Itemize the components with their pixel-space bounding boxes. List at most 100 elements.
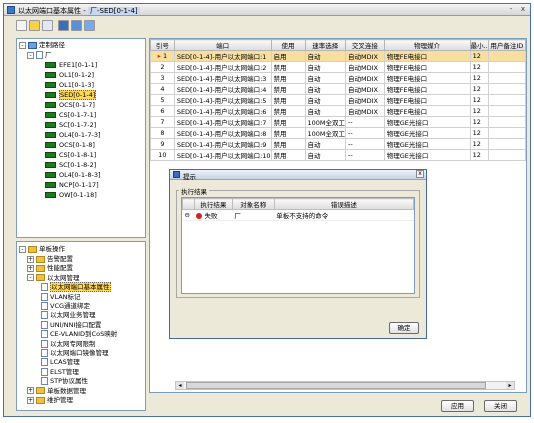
table-cell[interactable]: 禁用 — [270, 83, 306, 95]
tree-function-root[interactable]: - 单板操作 — [19, 245, 65, 254]
tree-function-item[interactable]: CE-VLANID到CoS映射 — [41, 330, 117, 339]
table-cell[interactable]: -- — [345, 138, 385, 150]
table-cell[interactable]: 自动 — [304, 72, 347, 84]
table-cell[interactable]: SED[0-1-4]-用户以太网端口:6 — [173, 105, 272, 117]
row-expander[interactable]: ⊖ — [182, 209, 195, 221]
column-header[interactable]: 端口 — [173, 39, 272, 51]
result-row[interactable]: ⊖ 失败 厂 单板不支持的命令 — [182, 209, 414, 221]
table-cell[interactable]: 自动 — [304, 94, 347, 106]
result-header-object[interactable]: 对象名称 — [231, 198, 275, 210]
tree-function-item[interactable]: VCG通道绑定 — [41, 302, 90, 311]
table-row[interactable]: 2 SED[0-1-4]-用户以太网端口:2 禁用 自动 自动MDIX 物理FE电接口 12 — [150, 61, 526, 73]
table-cell[interactable] — [487, 105, 526, 117]
table-cell[interactable]: 2 — [150, 61, 175, 73]
table-cell[interactable]: 自动 — [304, 105, 347, 117]
column-header[interactable]: 物理媒介 — [383, 39, 471, 51]
table-cell[interactable] — [487, 149, 526, 161]
table-cell[interactable] — [487, 50, 526, 62]
table-cell[interactable]: SED[0-1-4]-用户以太网端口:2 — [173, 61, 272, 73]
tree-function-folder[interactable]: + 告警配置 — [27, 255, 73, 264]
table-cell[interactable] — [487, 138, 526, 150]
column-header[interactable]: 交叉连接 — [345, 39, 385, 51]
table-cell[interactable]: 12 — [469, 72, 489, 84]
tree-function-item[interactable]: LCAS管理 — [41, 358, 80, 367]
tree-function-item[interactable]: 以太网专网限制 — [41, 339, 96, 349]
table-cell[interactable]: 禁用 — [270, 72, 306, 84]
table-row[interactable]: ▸ 1 SED[0-1-4]-用户以太网端口:1 启用 自动 自动MDIX 物理FE电接口… — [150, 50, 526, 62]
column-header[interactable]: 速率选择 — [304, 39, 347, 51]
column-header[interactable]: 用户备注ID — [487, 39, 526, 51]
table-cell[interactable] — [487, 127, 526, 139]
table-cell[interactable]: 100M全双工 — [304, 116, 347, 128]
tree-function-item[interactable]: 以太网端口镜像管理 — [41, 349, 109, 358]
tree-board-item[interactable]: OL1[0-1-2] — [45, 71, 94, 80]
save-icon[interactable] — [42, 20, 53, 31]
table-cell[interactable]: 自动 — [304, 149, 347, 161]
table-row[interactable]: 10 SED[0-1-4]-用户以太网端口:10 禁用 自动 -- 物理GE光接口 12 — [150, 149, 526, 161]
table-cell[interactable] — [487, 94, 526, 106]
table-cell[interactable] — [487, 83, 526, 95]
close-window-button[interactable]: 关闭 — [484, 400, 517, 412]
table-cell[interactable]: 物理FE电接口 — [383, 50, 471, 62]
table-row[interactable]: 9 SED[0-1-4]-用户以太网端口:9 禁用 自动 -- 物理GE光接口 12 — [150, 138, 526, 150]
table-cell[interactable]: 12 — [469, 50, 489, 62]
table-cell[interactable]: 物理FE电接口 — [383, 94, 471, 106]
table-cell[interactable]: 自动MDIX — [345, 61, 385, 73]
tree-board-item[interactable]: OCS[0-1-7] — [45, 101, 95, 110]
tree-function-folder[interactable]: + 维护管理 — [27, 396, 73, 405]
table-cell[interactable]: SED[0-1-4]-用户以太网端口:7 — [173, 116, 272, 128]
table-cell[interactable]: ▸ 1 — [150, 50, 175, 62]
dialog-close-button[interactable]: x — [416, 170, 424, 178]
table-cell[interactable]: 10 — [150, 149, 175, 161]
new-icon[interactable] — [16, 20, 27, 31]
table-cell[interactable]: SED[0-1-4]-用户以太网端口:8 — [173, 127, 272, 139]
tree-function-folder[interactable]: + 单板数据管理 — [27, 387, 86, 396]
table-cell[interactable]: 自动 — [304, 50, 347, 62]
table-cell[interactable] — [487, 61, 526, 73]
table-cell[interactable]: SED[0-1-4]-用户以太网端口:1 — [173, 50, 272, 62]
table-cell[interactable]: SED[0-1-4]-用户以太网端口:3 — [173, 72, 272, 84]
table-cell[interactable]: 物理GE光接口 — [383, 127, 471, 139]
tree-function-item[interactable]: VLAN标记 — [41, 292, 81, 302]
table-cell[interactable] — [487, 72, 526, 84]
table-cell[interactable]: 12 — [469, 83, 489, 95]
table-cell[interactable]: 物理FE电接口 — [383, 72, 471, 84]
tree-root[interactable]: - 定制路径 — [19, 41, 65, 50]
table-cell[interactable]: 禁用 — [270, 61, 306, 73]
table-cell[interactable]: 自动 — [304, 83, 347, 95]
collapse-icon[interactable]: - — [27, 274, 34, 282]
table-cell[interactable]: 100M全双工 — [304, 127, 347, 139]
column-header[interactable]: 使用 — [270, 39, 306, 51]
table-cell[interactable]: 3 — [150, 72, 175, 84]
tree-ne[interactable]: -厂 — [27, 51, 52, 60]
tree-board-item[interactable]: OW[0-1-18] — [45, 191, 97, 200]
table-cell[interactable]: 12 — [469, 138, 489, 150]
table-cell[interactable]: 物理FE电接口 — [383, 61, 471, 73]
table-cell[interactable]: 禁用 — [270, 116, 306, 128]
collapse-icon[interactable]: - — [19, 41, 26, 49]
column-header[interactable]: 引号 — [150, 39, 175, 51]
table-cell[interactable]: 自动 — [304, 61, 347, 73]
table-cell[interactable]: 禁用 — [270, 127, 306, 139]
result-header-status[interactable]: 执行结果 — [193, 198, 233, 210]
table-row[interactable]: 4 SED[0-1-4]-用户以太网端口:4 禁用 自动 自动MDIX 物理FE电接口 12 — [150, 83, 526, 95]
table-row[interactable]: 5 SED[0-1-4]-用户以太网端口:5 禁用 自动 自动MDIX 物理FE电接口 12 — [150, 94, 526, 106]
table-cell[interactable]: 自动MDIX — [345, 72, 385, 84]
open-icon[interactable] — [29, 20, 40, 31]
table-row[interactable]: 7 SED[0-1-4]-用户以太网端口:7 禁用 100M全双工 -- 物理GE光接口 1… — [150, 116, 526, 128]
tree-board-item[interactable]: SED[0-1-4] — [45, 90, 97, 100]
tree-function-item[interactable]: 以太网业务管理 — [41, 311, 96, 320]
table-cell[interactable]: 物理GE光接口 — [383, 116, 471, 128]
table-cell[interactable]: 12 — [469, 61, 489, 73]
tree-function-folder[interactable]: + 性能配置 — [27, 264, 73, 273]
tree-function-item[interactable]: UNI/NNI接口配置 — [41, 320, 101, 330]
table-cell[interactable]: 自动MDIX — [345, 105, 385, 117]
tree-function-item[interactable]: 以太网端口基本属性 — [41, 282, 111, 293]
table-cell[interactable]: 物理GE光接口 — [383, 149, 471, 161]
tree-board-item[interactable]: OL1[0-1-3] — [45, 81, 94, 90]
table-cell[interactable]: -- — [345, 127, 385, 139]
tree-board-item[interactable]: NCP[0-1-17] — [45, 181, 99, 190]
collapse-icon[interactable]: - — [27, 51, 34, 59]
horizontal-scrollbar[interactable]: ◂ ▸ — [175, 381, 515, 390]
tree-board-item[interactable]: OL4[0-1-7-3] — [45, 131, 101, 140]
